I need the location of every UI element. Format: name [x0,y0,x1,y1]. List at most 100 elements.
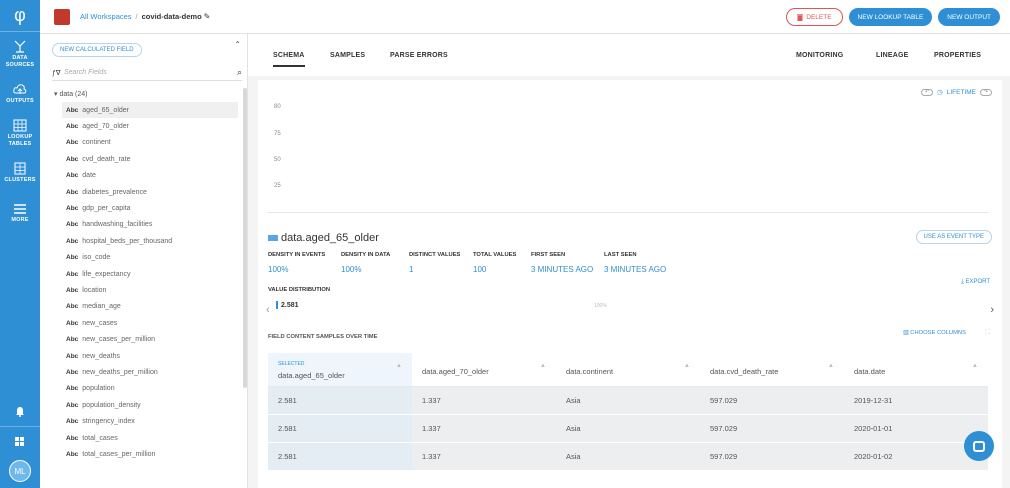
notifications-button[interactable] [0,396,40,426]
field-list-item[interactable]: Abc new_cases_per_million [62,331,238,347]
app-logo[interactable]: φ [0,0,40,32]
field-list-item[interactable]: Abc gdp_per_capita [62,200,238,216]
sort-icon[interactable]: ▲ [540,363,546,369]
field-type-label: Abc [66,205,79,213]
column-header[interactable]: SELECTED data.aged_65_older ▲ [268,353,412,386]
tab-parse-errors[interactable]: PARSE ERRORS [390,52,448,59]
column-label: data.aged_70_older [422,367,489,376]
field-type-label: Abc [66,123,79,131]
selected-tag: SELECTED [278,361,305,367]
table-row[interactable]: 2.581 1.337 Asia 597.029 2020-01-01 [268,415,988,443]
field-list-item[interactable]: Abc median_age [62,299,238,315]
apps-button[interactable] [0,426,40,456]
column-header[interactable]: data.date ▲ [844,353,988,386]
table-row[interactable]: 2.581 1.337 Asia 597.029 2019-12-31 [268,387,988,415]
chevron-left-icon[interactable]: ‹ [266,304,270,316]
y-tick: 50 [274,157,281,163]
nav-data-sources[interactable]: DATA SOURCES [0,36,40,73]
new-output-button[interactable]: NEW OUTPUT [938,8,1000,26]
search-icon[interactable]: ⌕ [237,67,242,78]
field-list-item[interactable]: Abc total_cases_per_million [62,446,238,462]
download-icon: ⤓ [961,279,964,285]
field-list-item[interactable]: Abc date [62,168,238,184]
tab-lineage[interactable]: LINEAGE [876,52,909,59]
choose-columns-button[interactable]: ▥ CHOOSE COLUMNS [903,330,966,336]
choose-columns-label: CHOOSE COLUMNS [910,330,966,336]
column-header[interactable]: data.continent ▲ [556,353,700,386]
new-lookup-table-button[interactable]: NEW LOOKUP TABLE [848,8,933,26]
export-button[interactable]: ⤓ EXPORT [961,279,990,286]
filter-icon[interactable]: ƒ∇ [52,69,64,77]
chevron-up-icon[interactable]: ⌃ [234,40,241,49]
bell-icon [16,406,24,417]
field-list-item[interactable]: Abc total_cases [62,430,238,446]
sort-icon[interactable]: ▲ [396,363,402,369]
field-list-item[interactable]: Abc iso_code [62,250,238,266]
chevron-right-icon[interactable]: › [990,304,994,316]
field-type-label: Abc [66,139,79,147]
field-list-item[interactable]: Abc continent [62,135,238,151]
expand-icon[interactable]: ⛶ [985,329,990,337]
field-list-item[interactable]: Abc cvd_death_rate [62,151,238,167]
nav-lookup-tables[interactable]: LOOKUP TABLES [0,115,40,152]
delete-button[interactable]: DELETE [786,8,843,26]
value-distribution-item[interactable]: 2.581 [276,301,299,309]
field-list-item[interactable]: Abc new_deaths_per_million [62,364,238,380]
nav-clusters[interactable]: CLUSTERS [0,158,40,188]
field-type-label: Abc [66,172,79,180]
table-body: 2.581 1.337 Asia 597.029 2019-12-31 2.581 1.33… [268,387,988,471]
field-type-label: Abc [66,303,79,311]
tab-samples[interactable]: SAMPLES [330,52,365,59]
tab-properties[interactable]: PROPERTIES [934,52,981,59]
field-name: new_deaths_per_million [82,368,158,376]
new-calculated-field-button[interactable]: NEW CALCULATED FIELD [52,43,142,57]
export-label: EXPORT [965,279,990,285]
field-search: ƒ∇ Search Fields ⌕ [52,65,242,81]
tab-monitoring[interactable]: MONITORING [796,52,843,59]
column-header[interactable]: data.aged_70_older ▲ [412,353,556,386]
field-name: stringency_index [82,418,135,426]
field-list-item[interactable]: Abc aged_70_older [62,118,238,134]
field-list-item[interactable]: Abc new_cases [62,315,238,331]
edit-pencil-icon[interactable]: ✎ [204,12,211,21]
search-input[interactable]: Search Fields [64,69,237,76]
field-list-item[interactable]: Abc new_deaths [62,348,238,364]
breadcrumb-current: covid-data-demo [141,12,202,21]
main-panel: SCHEMA SAMPLES PARSE ERRORS MONITORING L… [248,34,1010,488]
nav-more[interactable]: MORE [0,198,40,228]
field-type-label: Abc [66,319,79,327]
lifetime-label[interactable]: LIFETIME [947,89,976,96]
field-list-scrollbar[interactable] [243,88,247,388]
field-list-item[interactable]: Abc stringency_index [62,413,238,429]
redo-icon[interactable]: ↷ [980,88,992,96]
field-list-item[interactable]: Abc hospital_beds_per_thousand [62,233,238,249]
menu-icon [14,204,26,214]
field-name: iso_code [82,254,111,262]
sort-icon[interactable]: ▲ [828,363,834,369]
field-list-item[interactable]: Abc location [62,282,238,298]
breadcrumb-all-workspaces[interactable]: All Workspaces [80,12,132,21]
use-as-event-type-button[interactable]: USE AS EVENT TYPE [915,230,992,244]
chat-button[interactable] [964,431,994,461]
data-sources-icon [14,40,26,53]
field-list-item[interactable]: Abc handwashing_facilities [62,217,238,233]
table-cell: Asia [556,387,700,414]
field-list-item[interactable]: Abc aged_65_older [62,102,238,119]
field-list-item[interactable]: Abc diabetes_prevalence [62,184,238,200]
chat-icon [973,440,985,452]
sort-icon[interactable]: ▲ [972,363,978,369]
field-list-item[interactable]: Abc life_expectancy [62,266,238,282]
nav-outputs[interactable]: OUTPUTS [0,79,40,109]
field-list-item[interactable]: Abc population_density [62,397,238,413]
field-list-item[interactable]: Abc population [62,381,238,397]
undo-icon[interactable]: ↶ [921,88,934,96]
field-name: new_cases [82,319,118,327]
column-header[interactable]: data.cvd_death_rate ▲ [700,353,844,386]
field-group[interactable]: ▾ data (24) [54,90,88,98]
sort-icon[interactable]: ▲ [684,363,690,369]
field-name: new_cases_per_million [82,336,156,344]
avatar[interactable]: ML [9,460,31,482]
table-row[interactable]: 2.581 1.337 Asia 597.029 2020-01-02 [268,443,988,471]
workspace-icon [54,8,70,25]
tab-schema[interactable]: SCHEMA [273,52,305,67]
